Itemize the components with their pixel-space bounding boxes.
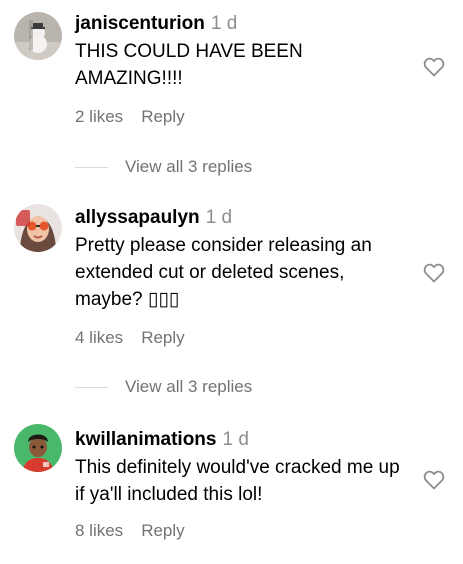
- comment-body: allyssapaulyn 1 d Pretty please consider …: [75, 206, 410, 313]
- comment-age: 1 d: [205, 207, 233, 228]
- avatar[interactable]: [14, 204, 62, 252]
- comment-text: THIS COULD HAVE BEEN AMAZING!!!!: [75, 41, 303, 89]
- comment-age: 1 d: [210, 13, 238, 34]
- comment-text: This definitely would've cracked me up i…: [75, 457, 400, 505]
- comment-text: Pretty please consider releasing an exte…: [75, 235, 372, 310]
- comment-header: allyssapaulyn 1 d: [75, 206, 410, 230]
- avatar-sunglasses-icon: [14, 204, 62, 252]
- like-heart-icon[interactable]: [422, 261, 446, 285]
- reply-button[interactable]: Reply: [141, 521, 184, 540]
- like-heart-icon[interactable]: [422, 55, 446, 79]
- avatar-snowman-icon: [14, 12, 62, 60]
- avatar[interactable]: [14, 424, 62, 472]
- username-link[interactable]: allyssapaulyn: [75, 207, 200, 228]
- comment-body: janiscenturion 1 d THIS COULD HAVE BEEN A…: [75, 12, 410, 92]
- comment-header: kwillanimations 1 d: [75, 428, 410, 452]
- comment-age: 1 d: [222, 429, 249, 450]
- comment-actions: 8 likes Reply: [75, 521, 185, 541]
- likes-count[interactable]: 8 likes: [75, 521, 123, 540]
- comment-header: janiscenturion 1 d: [75, 12, 410, 36]
- replies-divider: [75, 167, 108, 168]
- comment-body: kwillanimations 1 d This definitely would…: [75, 428, 410, 508]
- avatar[interactable]: [14, 12, 62, 60]
- comment-actions: 4 likes Reply: [75, 328, 185, 348]
- likes-count[interactable]: 4 likes: [75, 328, 123, 347]
- username-link[interactable]: janiscenturion: [75, 13, 205, 34]
- view-replies-label: View all 3 replies: [125, 377, 253, 396]
- reply-button[interactable]: Reply: [141, 107, 184, 126]
- replies-divider: [75, 387, 108, 388]
- username-link[interactable]: kwillanimations: [75, 429, 216, 450]
- view-replies-label: View all 3 replies: [125, 157, 253, 176]
- like-heart-icon[interactable]: [422, 468, 446, 492]
- likes-count[interactable]: 2 likes: [75, 107, 123, 126]
- avatar-cartoon-character-icon: [14, 424, 62, 472]
- reply-button[interactable]: Reply: [141, 328, 184, 347]
- comment-actions: 2 likes Reply: [75, 107, 185, 127]
